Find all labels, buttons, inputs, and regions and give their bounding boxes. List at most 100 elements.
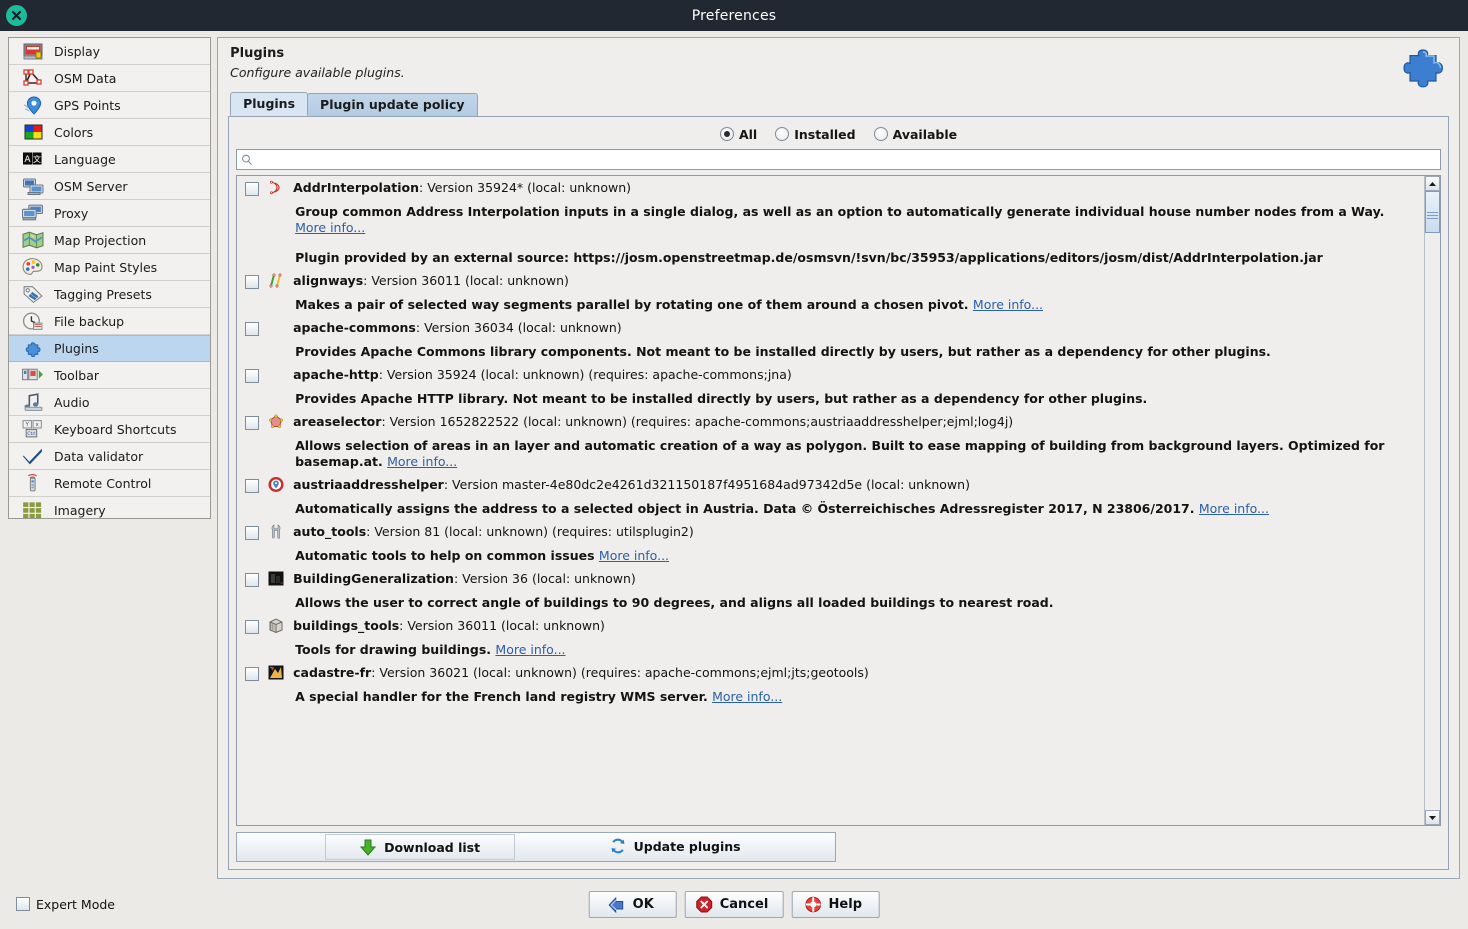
plugin-header: areaselector: Version 1652822522 (local:… (245, 413, 1418, 430)
radio-label: All (738, 126, 758, 142)
more-info-link[interactable]: More info... (973, 297, 1043, 312)
plugin-checkbox[interactable] (245, 526, 260, 540)
plugin-row-areaselector[interactable]: areaselector: Version 1652822522 (local:… (237, 413, 1424, 470)
plugin-description: A special handler for the French land re… (295, 689, 783, 704)
puzzle-piece-icon (1401, 46, 1447, 94)
sidebar-item-label: OSM Server (54, 178, 128, 194)
search-input[interactable] (256, 151, 1436, 168)
sidebar-item-label: Colors (54, 124, 94, 140)
plugin-row-buildinggeneralization[interactable]: BuildingGeneralization: Version 36 (loca… (237, 571, 1424, 611)
help-button[interactable]: Help (791, 890, 880, 918)
plugin-title: BuildingGeneralization: Version 36 (loca… (293, 571, 636, 586)
sidebar-item-proxy[interactable]: Proxy (9, 200, 211, 227)
sidebar-item-language[interactable]: A 文 Language (9, 146, 211, 173)
download-list-button[interactable]: Download list (325, 834, 516, 860)
sidebar-item-imagery[interactable]: Imagery (9, 497, 211, 518)
tab-plugin-update-policy[interactable]: Plugin update policy (307, 93, 478, 116)
plugin-row-addrinterpolation[interactable]: AddrInterpolation: Version 35924* (local… (237, 180, 1424, 266)
plugin-checkbox[interactable] (245, 275, 260, 289)
plugin-filter-radios[interactable]: All Installed Available (236, 123, 1441, 145)
radio-installed[interactable]: Installed (775, 127, 856, 142)
ok-button[interactable]: OK (588, 890, 677, 918)
radio-label: Available (892, 126, 958, 142)
radio-all[interactable]: All (719, 126, 758, 142)
sidebar-item-osm-server[interactable]: OSM Server (9, 173, 211, 200)
preferences-sidebar[interactable]: Display OSM Data GPS Points Colors A 文 L… (8, 37, 212, 519)
sidebar-item-audio[interactable]: Audio (9, 389, 211, 416)
gps-points-icon (22, 95, 44, 115)
addrinterpolation-icon (266, 179, 286, 195)
plugin-row-cadastre-fr[interactable]: cadastre-fr: Version 36021 (local: unkno… (237, 665, 1424, 705)
sidebar-item-plugins[interactable]: Plugins (9, 335, 211, 362)
plugin-checkbox[interactable] (245, 620, 260, 634)
plugins-icon (25, 341, 41, 357)
sidebar-item-map-projection[interactable]: Map Projection (9, 227, 211, 254)
sidebar-item-data-validator[interactable]: Data validator (9, 443, 211, 470)
sidebar-item-tagging-presets[interactable]: Tagging Presets (9, 281, 211, 308)
plugin-checkbox[interactable] (245, 322, 260, 336)
more-info-link[interactable]: More info... (295, 220, 365, 235)
sidebar-item-remote-control[interactable]: Remote Control (9, 470, 211, 497)
scrollbar-thumb[interactable] (1425, 191, 1440, 233)
more-info-link[interactable]: More info... (1199, 501, 1269, 516)
plugin-row-auto-tools[interactable]: auto_tools: Version 81 (local: unknown) … (237, 523, 1424, 564)
plugin-description: Makes a pair of selected way segments pa… (295, 297, 1044, 312)
map-paint-styles-icon (22, 258, 43, 275)
plugin-header: auto_tools: Version 81 (local: unknown) … (245, 523, 1418, 540)
close-icon[interactable] (6, 5, 27, 26)
sidebar-item-toolbar[interactable]: Toolbar (9, 362, 211, 389)
panel-tabs[interactable]: Plugins Plugin update policy (230, 92, 1449, 116)
plugin-row-apache-commons[interactable]: apache-commons: Version 36034 (local: un… (237, 320, 1424, 360)
ok-arrow-icon (608, 896, 626, 913)
plugin-list-scrollbar[interactable] (1424, 176, 1440, 825)
sidebar-item-label: Imagery (54, 503, 106, 518)
sidebar-item-colors[interactable]: Colors (9, 119, 211, 146)
update-plugins-button[interactable]: Update plugins (515, 833, 835, 859)
map-projection-icon (22, 231, 44, 249)
plugin-list: AddrInterpolation: Version 35924* (local… (236, 175, 1441, 826)
radio-available[interactable]: Available (873, 126, 958, 142)
plugin-description: Automatic tools to help on common issues… (295, 548, 670, 563)
plugin-no-icon (266, 366, 286, 382)
cancel-button[interactable]: Cancel (684, 890, 784, 918)
sidebar-item-keyboard-shortcuts[interactable]: Ctrl Y x Keyboard Shortcuts (9, 416, 211, 443)
plugin-row-alignways[interactable]: alignways: Version 36011 (local: unknown… (237, 273, 1424, 313)
expert-mode-checkbox[interactable]: Expert Mode (16, 897, 115, 912)
plugin-checkbox[interactable] (245, 416, 260, 430)
sidebar-item-display[interactable]: Display (9, 38, 211, 65)
sidebar-item-file-backup[interactable]: File backup (9, 308, 211, 335)
more-info-link[interactable]: More info... (495, 642, 565, 657)
alignways-icon (266, 272, 286, 288)
plugin-checkbox[interactable] (245, 369, 260, 383)
sidebar-item-gps-points[interactable]: GPS Points (9, 92, 211, 119)
sidebar-item-osm-data[interactable]: OSM Data (9, 65, 211, 92)
scroll-up-icon[interactable] (1425, 176, 1440, 191)
plugin-checkbox[interactable] (245, 573, 260, 587)
buildings-tools-icon (266, 617, 286, 633)
search-box[interactable] (236, 149, 1441, 170)
plugin-row-apache-http[interactable]: apache-http: Version 35924 (local: unkno… (237, 367, 1424, 407)
dialog-footer: Expert Mode OK Cancel Help (8, 879, 1460, 929)
sidebar-item-label: Toolbar (54, 367, 100, 383)
dialog-main: Display OSM Data GPS Points Colors A 文 L… (8, 37, 1460, 879)
plugin-checkbox[interactable] (245, 667, 260, 681)
more-info-link[interactable]: More info... (599, 548, 669, 563)
scroll-down-icon[interactable] (1425, 810, 1440, 825)
plugin-checkbox[interactable] (245, 182, 260, 196)
plugin-title: cadastre-fr: Version 36021 (local: unkno… (293, 665, 869, 680)
plugin-external-source: Plugin provided by an external source: h… (295, 250, 1323, 265)
scrollbar-track[interactable] (1425, 191, 1440, 810)
plugin-header: buildings_tools: Version 36011 (local: u… (245, 617, 1418, 634)
plugin-actions: Download list Update plugins (236, 832, 837, 862)
more-info-link[interactable]: More info... (387, 454, 457, 469)
sidebar-item-label: Display (54, 43, 101, 59)
osm-server-icon (22, 176, 44, 196)
more-info-link[interactable]: More info... (712, 689, 782, 704)
sidebar-item-map-paint-styles[interactable]: Map Paint Styles (9, 254, 211, 281)
plugins-tab-panel: All Installed Available AddrInterpolatio… (228, 116, 1449, 870)
plugin-row-buildings-tools[interactable]: buildings_tools: Version 36011 (local: u… (237, 617, 1424, 658)
tab-plugins[interactable]: Plugins (230, 92, 309, 116)
plugin-row-austriaaddresshelper[interactable]: austriaaddresshelper: Version master-4e8… (237, 476, 1424, 517)
svg-text:x: x (36, 422, 39, 428)
plugin-checkbox[interactable] (245, 479, 260, 493)
